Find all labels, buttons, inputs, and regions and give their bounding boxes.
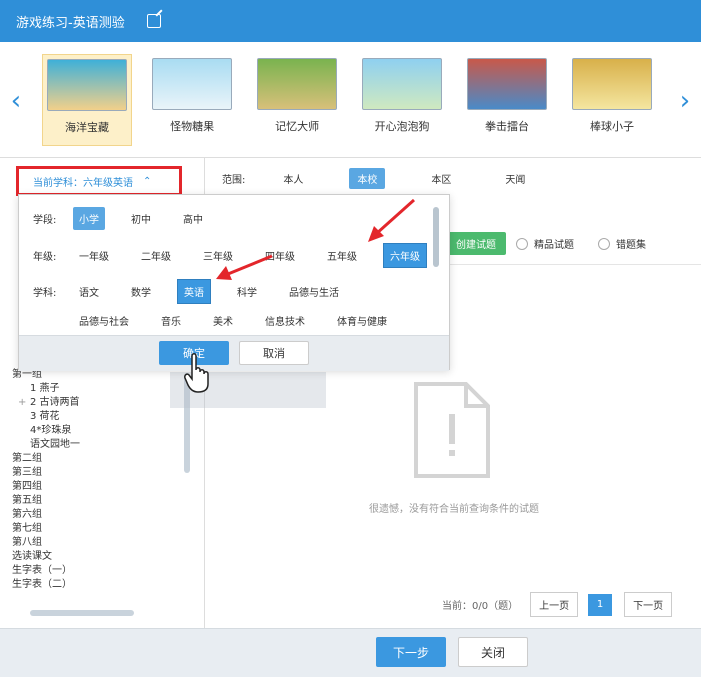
mistakes-label: 错题集: [616, 240, 646, 251]
subject-row-2: 品德与社会 音乐 美术 信息技术 体育与健康: [73, 309, 413, 332]
chevron-left-icon[interactable]: ‹: [6, 86, 26, 116]
subject-option-english[interactable]: 英语: [177, 279, 211, 304]
tree-node[interactable]: 3 荷花: [12, 410, 80, 424]
subject-label: 学科:: [33, 288, 57, 299]
subject-option-math[interactable]: 数学: [125, 280, 157, 303]
cancel-button[interactable]: 取消: [239, 341, 309, 365]
subject-row: 学科: 语文 数学 英语 科学 品德与生活: [33, 279, 365, 304]
window-title: 游戏练习-英语测验: [16, 15, 125, 31]
page-info: 当前：0/0（题）: [442, 601, 519, 612]
horizontal-scrollbar[interactable]: [30, 610, 134, 616]
popup-footer: 确定 取消: [19, 335, 449, 371]
game-item-baseball-kid[interactable]: 棒球小子: [567, 54, 657, 146]
game-label: 开心泡泡狗: [374, 120, 430, 133]
grade-option-1[interactable]: 一年级: [73, 244, 115, 267]
next-page-button[interactable]: 下一页: [624, 592, 673, 617]
tree-node[interactable]: 语文园地一: [12, 438, 80, 452]
stage-option-primary[interactable]: 小学: [73, 207, 105, 230]
close-button[interactable]: 关闭: [458, 637, 528, 667]
tree-node[interactable]: 第七组: [12, 522, 80, 536]
tree-node[interactable]: 选读课文: [12, 550, 80, 564]
subject-option-art[interactable]: 美术: [207, 309, 239, 332]
game-thumbnail: [152, 58, 233, 110]
stage-row: 学段: 小学 初中 高中: [33, 207, 229, 230]
create-question-button[interactable]: 创建试题: [446, 232, 506, 255]
premium-radio[interactable]: [516, 237, 528, 250]
scope-option-self[interactable]: 本人: [275, 168, 311, 189]
game-label: 拳击擂台: [485, 120, 530, 133]
annotation-arrow-subject: [216, 254, 273, 280]
game-item-boxing-ring[interactable]: 拳击擂台: [462, 54, 552, 146]
chevron-right-icon[interactable]: ›: [675, 86, 695, 116]
game-item-monster-candy[interactable]: 怪物糖果: [147, 54, 237, 146]
tree-node[interactable]: 1 燕子: [12, 382, 80, 396]
premium-label: 精品试题: [534, 240, 574, 251]
empty-message: 很遗憾，没有符合当前查询条件的试题: [369, 504, 539, 515]
scope-label: 范围:: [222, 174, 246, 186]
game-strip: ‹ 海洋宝藏 怪物糖果 记忆大师 开心泡泡狗 拳击擂台 棒球小子 ›: [0, 42, 701, 158]
chevron-up-icon: ⌃: [143, 175, 152, 187]
stage-option-junior[interactable]: 初中: [125, 207, 157, 230]
subject-option-chinese[interactable]: 语文: [73, 280, 105, 303]
game-label: 记忆大师: [275, 120, 320, 133]
tree-node-label: 2 古诗两首: [30, 397, 80, 408]
grade-label: 年级:: [33, 252, 57, 263]
game-thumbnail: [572, 58, 653, 110]
tree-node[interactable]: 第八组: [12, 536, 80, 550]
stage-option-senior[interactable]: 高中: [177, 207, 209, 230]
filter-row: 创建试题 精品试题 错题集: [446, 232, 670, 255]
chapter-tree: 第一组 1 燕子 +2 古诗两首 3 荷花 4*珍珠泉 语文园地一 第二组 第三…: [12, 368, 80, 592]
game-thumbnail: [257, 58, 338, 110]
scope-option-tianwen[interactable]: 天闻: [497, 168, 533, 189]
grade-option-6[interactable]: 六年级: [383, 243, 427, 268]
stage-label: 学段:: [33, 215, 57, 226]
grade-option-5[interactable]: 五年级: [321, 244, 363, 267]
tree-node[interactable]: 4*珍珠泉: [12, 424, 80, 438]
tree-node[interactable]: +2 古诗两首: [12, 396, 80, 410]
subject-option-pe[interactable]: 体育与健康: [331, 309, 393, 332]
mistakes-radio[interactable]: [598, 237, 610, 250]
expand-icon[interactable]: +: [18, 396, 26, 410]
game-item-happy-bubble-dog[interactable]: 开心泡泡狗: [357, 54, 447, 146]
game-label: 海洋宝藏: [65, 121, 110, 134]
next-step-button[interactable]: 下一步: [376, 637, 446, 667]
scope-option-school[interactable]: 本校: [349, 167, 386, 189]
current-subject-button[interactable]: 当前学科：六年级英语 ⌃: [16, 166, 182, 196]
page-number-button[interactable]: 1: [588, 593, 613, 616]
game-label: 棒球小子: [590, 120, 635, 133]
tree-node[interactable]: 第六组: [12, 508, 80, 522]
game-thumbnail: [467, 58, 548, 110]
scope-row: 范围: 本人 本校 本区 天闻: [206, 158, 701, 198]
subject-option-it[interactable]: 信息技术: [259, 309, 311, 332]
game-thumbnail: [362, 58, 443, 110]
game-item-ocean-treasure[interactable]: 海洋宝藏: [42, 54, 133, 146]
tree-node[interactable]: 第二组: [12, 452, 80, 466]
tree-node[interactable]: 第五组: [12, 494, 80, 508]
current-subject-label: 当前学科：六年级英语: [33, 177, 133, 189]
grade-option-2[interactable]: 二年级: [135, 244, 177, 267]
game-item-memory-master[interactable]: 记忆大师: [252, 54, 342, 146]
tree-node[interactable]: 第四组: [12, 480, 80, 494]
game-thumbnail: [47, 59, 128, 111]
bottom-bar: 下一步 关闭: [0, 628, 701, 677]
game-list: 海洋宝藏 怪物糖果 记忆大师 开心泡泡狗 拳击擂台 棒球小子: [42, 54, 672, 150]
annotation-arrow-grade: [368, 198, 416, 242]
scope-option-district[interactable]: 本区: [423, 168, 459, 189]
prev-page-button[interactable]: 上一页: [530, 592, 579, 617]
subject-option-science[interactable]: 科学: [231, 280, 263, 303]
edit-icon[interactable]: [146, 14, 161, 28]
subject-option-morality-society[interactable]: 品德与社会: [73, 309, 135, 332]
game-label: 怪物糖果: [170, 120, 215, 133]
title-bar: 游戏练习-英语测验: [0, 0, 701, 42]
tree-node[interactable]: 生字表（一）: [12, 564, 80, 578]
subject-option-morality-life[interactable]: 品德与生活: [283, 280, 345, 303]
subject-option-music[interactable]: 音乐: [155, 309, 187, 332]
empty-document-icon: [414, 382, 490, 478]
pagination: 当前：0/0（题） 上一页 1 下一页: [442, 592, 682, 617]
hand-cursor-icon: [184, 353, 209, 393]
tree-node[interactable]: 生字表（二）: [12, 578, 80, 592]
tree-node[interactable]: 第三组: [12, 466, 80, 480]
popup-scrollbar[interactable]: [433, 207, 439, 267]
